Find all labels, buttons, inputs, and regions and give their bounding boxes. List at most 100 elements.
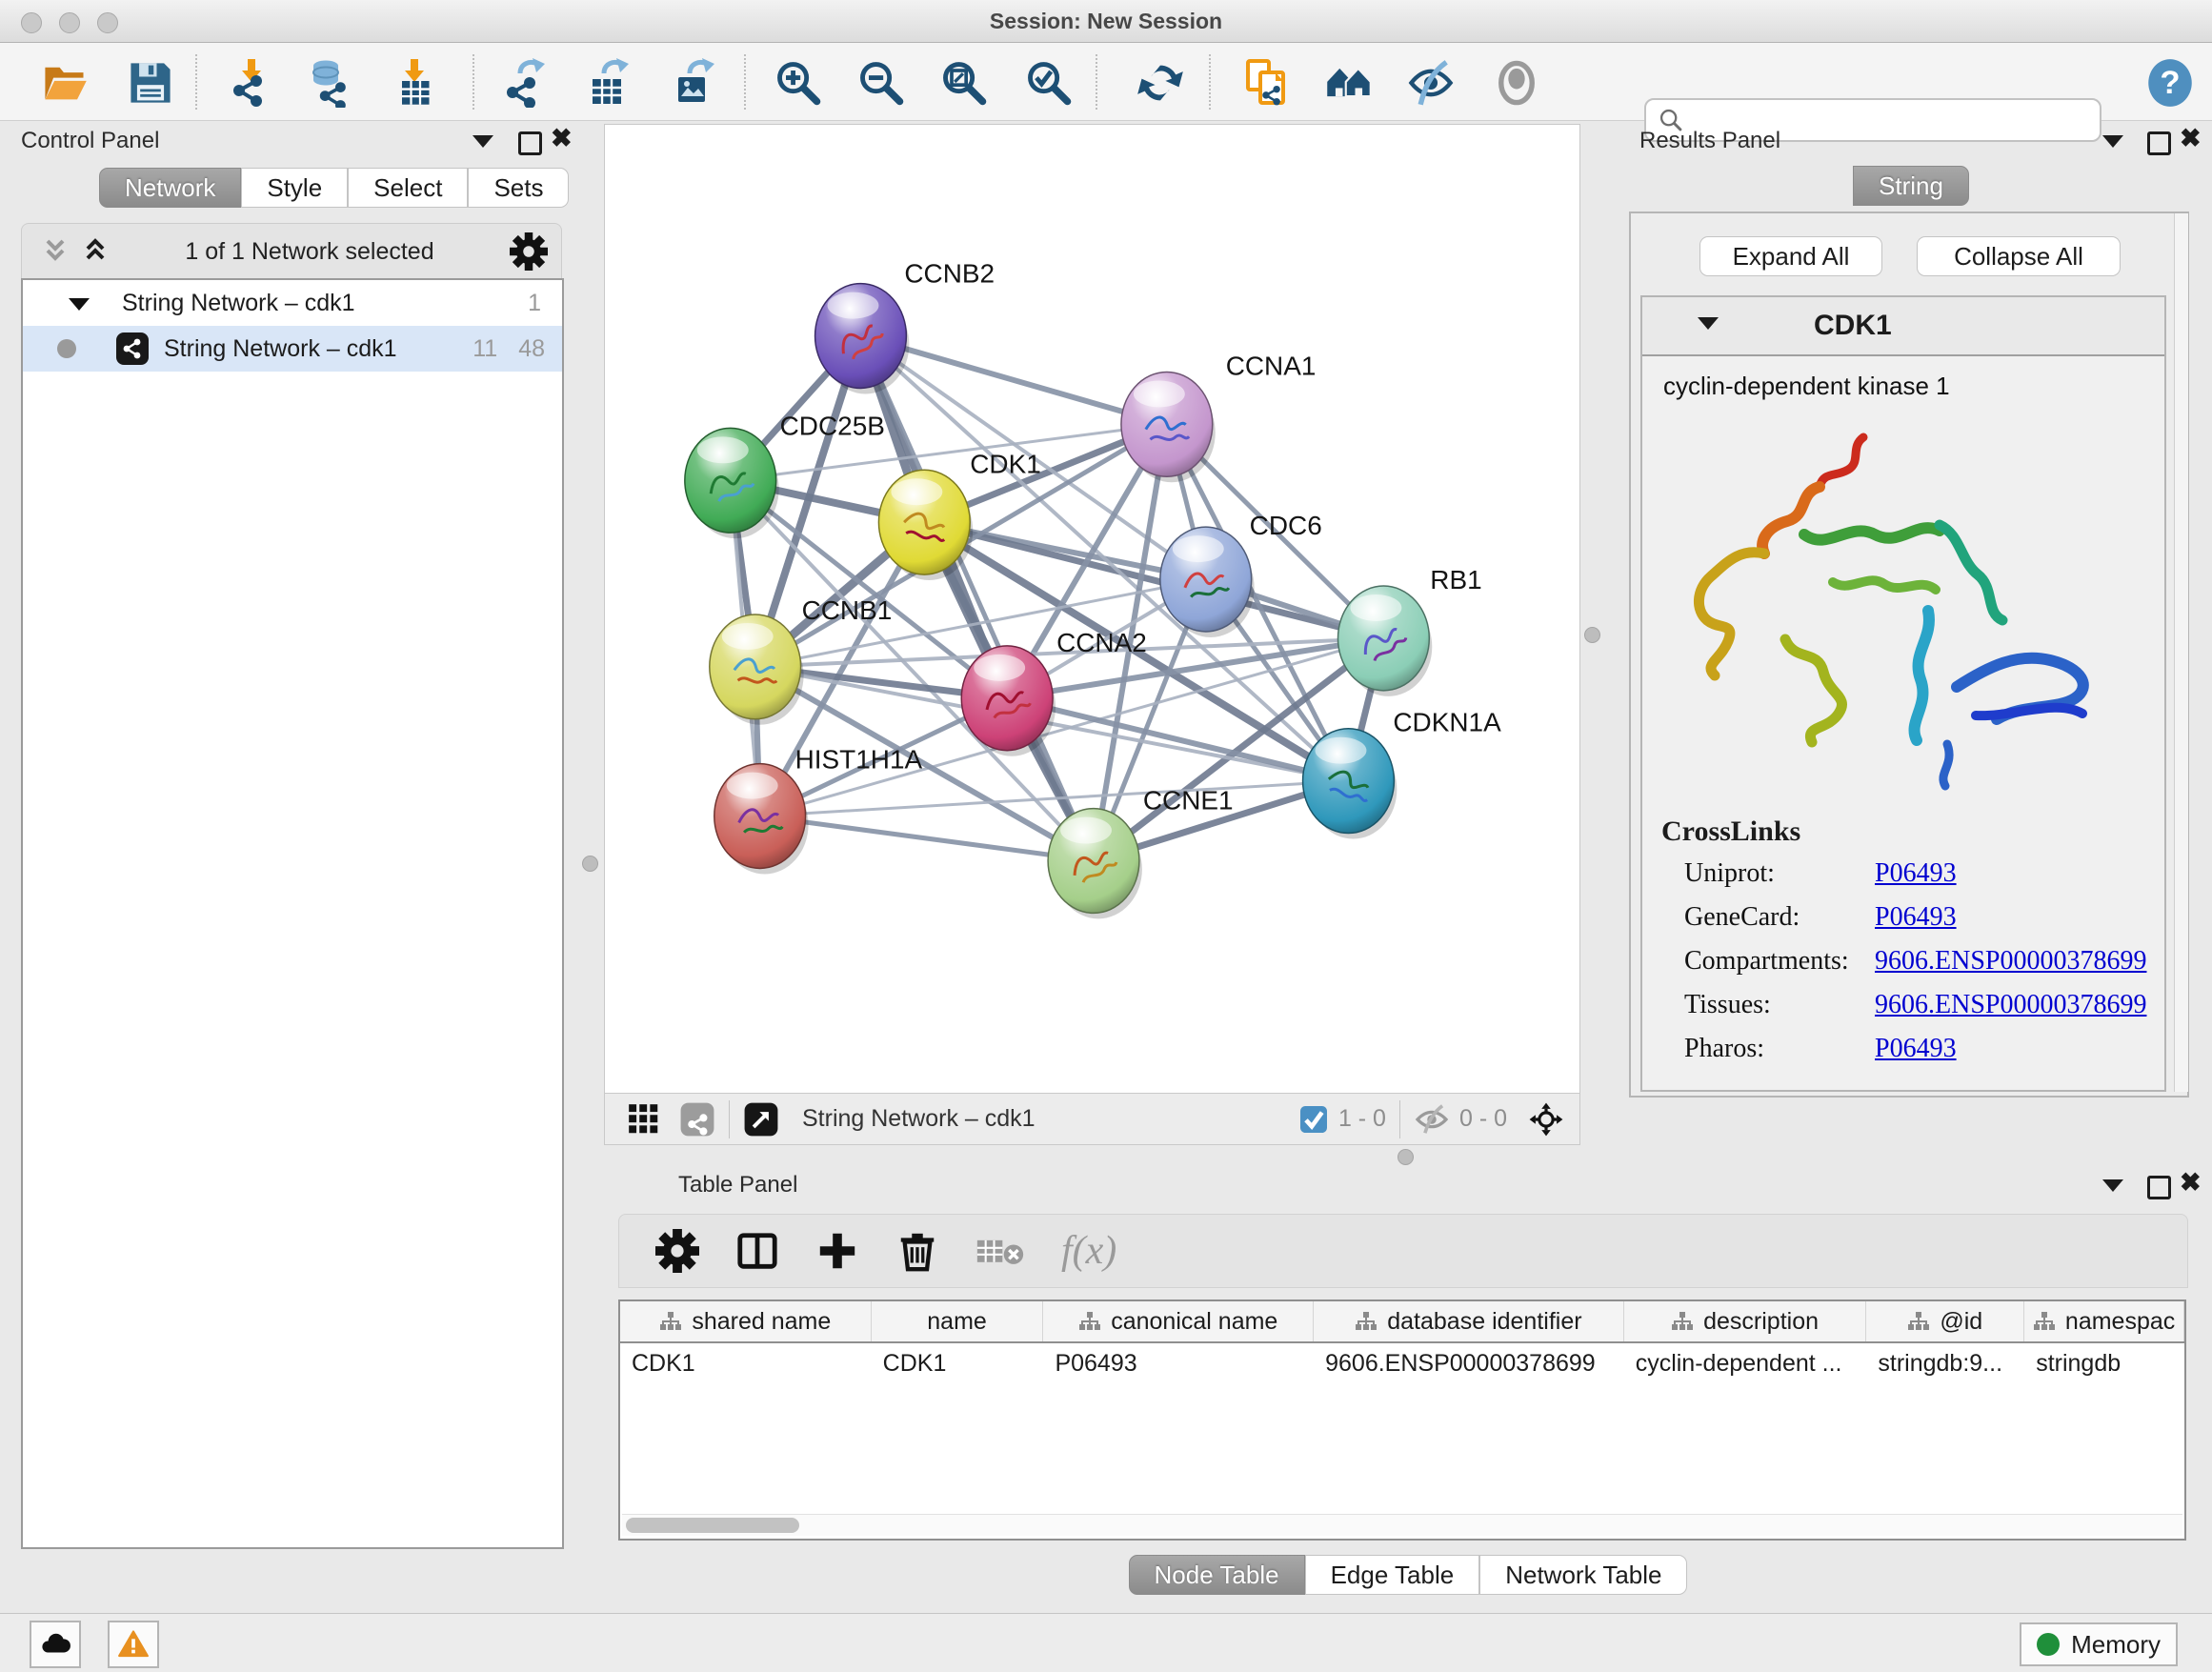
node-CDKN1A[interactable]: CDKN1A [1303, 708, 1502, 839]
show-eye-icon[interactable] [1492, 58, 1541, 108]
control-panel-float-icon[interactable] [518, 131, 542, 160]
grid-view-icon[interactable] [626, 1101, 662, 1138]
node-description: cyclin-dependent kinase 1 [1642, 356, 2164, 401]
bottom-splitter-handle[interactable] [1398, 1149, 1414, 1165]
table-panel-menu-icon[interactable] [2102, 1179, 2123, 1197]
network-graph[interactable]: CCNB2 CCNA1 CDC25B CDK1 CDC6 RB1 [605, 125, 1579, 1093]
tree-expander-icon[interactable] [69, 290, 90, 317]
cell--id[interactable]: stringdb:9... [1866, 1343, 2024, 1383]
cell-database-identifier[interactable]: 9606.ENSP00000378699 [1314, 1343, 1624, 1383]
function-builder-icon[interactable]: f(x) [1061, 1228, 1116, 1274]
tab-network-table[interactable]: Network Table [1479, 1555, 1687, 1595]
control-panel-menu-icon[interactable] [473, 135, 493, 152]
table-panel-float-icon[interactable] [2147, 1176, 2171, 1204]
network-collection-label: String Network – cdk1 [122, 290, 355, 317]
export-image-icon[interactable] [669, 58, 718, 108]
memory-status-dot [2037, 1633, 2060, 1656]
cloud-status-button[interactable] [30, 1621, 81, 1668]
expand-all-networks-icon[interactable] [81, 235, 110, 269]
import-network-file-icon[interactable] [226, 58, 275, 108]
save-session-icon[interactable] [126, 58, 175, 108]
zoom-selected-icon[interactable] [1024, 58, 1074, 108]
network-row[interactable]: String Network – cdk1 11 48 [23, 326, 562, 372]
tab-string[interactable]: String [1853, 166, 1969, 206]
node-card-title: CDK1 [1814, 310, 1892, 342]
cell-canonical-name[interactable]: P06493 [1043, 1343, 1314, 1383]
memory-label: Memory [2071, 1630, 2161, 1660]
tab-network[interactable]: Network [99, 168, 241, 208]
table-panel-close-icon[interactable]: ✖ [2180, 1174, 2202, 1196]
tab-select[interactable]: Select [348, 168, 468, 208]
export-table-icon[interactable] [583, 58, 633, 108]
column-header-namespac[interactable]: namespac [2024, 1301, 2184, 1341]
right-splitter-handle[interactable] [1584, 627, 1600, 643]
refresh-layout-icon[interactable] [1136, 58, 1185, 108]
export-view-icon[interactable] [743, 1101, 779, 1138]
crosslink-link[interactable]: P06493 [1875, 858, 1957, 889]
table-row[interactable]: CDK1CDK1P064939606.ENSP00000378699cyclin… [620, 1343, 2184, 1383]
crosslink-link[interactable]: P06493 [1875, 1034, 1957, 1064]
results-panel-float-icon[interactable] [2147, 131, 2171, 160]
network-collection-row[interactable]: String Network – cdk1 1 [23, 280, 562, 326]
results-panel: Results Panel ✖ String Expand All Collap… [1625, 124, 2212, 1164]
network-options-gear-icon[interactable] [510, 232, 548, 271]
show-all-networks-icon[interactable] [1324, 58, 1374, 108]
cell-namespac[interactable]: stringdb [2024, 1343, 2184, 1383]
hide-selected-eye-icon[interactable] [1406, 58, 1456, 108]
delete-table-icon[interactable] [975, 1229, 1025, 1273]
copy-style-icon[interactable] [1242, 58, 1292, 108]
zoom-out-icon[interactable] [856, 58, 906, 108]
results-panel-close-icon[interactable]: ✖ [2180, 130, 2202, 151]
card-collapse-icon[interactable] [1698, 317, 1719, 334]
node-label: CCNA1 [1226, 351, 1317, 380]
cell-name[interactable]: CDK1 [872, 1343, 1044, 1383]
node-CCNE1[interactable]: CCNE1 [1048, 786, 1234, 919]
zoom-in-icon[interactable] [774, 58, 823, 108]
selected-checkbox-icon[interactable] [1298, 1104, 1329, 1135]
delete-column-icon[interactable] [895, 1229, 939, 1273]
column-header-name[interactable]: name [872, 1301, 1044, 1341]
cell-description[interactable]: cyclin-dependent ... [1624, 1343, 1867, 1383]
table-settings-gear-icon[interactable] [655, 1229, 699, 1273]
cloud-icon [39, 1628, 71, 1661]
node-CCNA1[interactable]: CCNA1 [1121, 351, 1316, 482]
table-horizontal-scrollbar[interactable] [622, 1514, 2182, 1536]
column-header-shared-name[interactable]: shared name [620, 1301, 872, 1341]
expand-all-button[interactable]: Expand All [1699, 236, 1882, 276]
import-table-file-icon[interactable] [389, 58, 438, 108]
crosslink-link[interactable]: 9606.ENSP00000378699 [1875, 990, 2146, 1020]
collapse-all-button[interactable]: Collapse All [1917, 236, 2121, 276]
network-canvas[interactable]: CCNB2 CCNA1 CDC25B CDK1 CDC6 RB1 [604, 124, 1580, 1094]
tab-sets[interactable]: Sets [468, 168, 569, 208]
collapse-all-networks-icon[interactable] [41, 235, 70, 269]
scrollbar-thumb[interactable] [626, 1518, 799, 1533]
open-session-icon[interactable] [40, 58, 90, 108]
crosslink-link[interactable]: P06493 [1875, 902, 1957, 933]
help-icon[interactable]: ? [2145, 58, 2195, 108]
column-header-database-identifier[interactable]: database identifier [1314, 1301, 1624, 1341]
column-header-canonical-name[interactable]: canonical name [1043, 1301, 1314, 1341]
node-RB1[interactable]: RB1 [1337, 565, 1481, 696]
fit-content-crosshair-icon[interactable] [1528, 1101, 1564, 1138]
tab-node-table[interactable]: Node Table [1129, 1555, 1305, 1595]
network-birdseye-icon[interactable] [679, 1101, 715, 1138]
column-header--id[interactable]: @id [1866, 1301, 2024, 1341]
results-scrollbar[interactable] [2174, 213, 2188, 1092]
import-network-database-icon[interactable] [303, 58, 352, 108]
show-columns-icon[interactable] [735, 1229, 779, 1273]
memory-button[interactable]: Memory [2020, 1622, 2178, 1666]
zoom-fit-icon[interactable] [939, 58, 989, 108]
control-panel-close-icon[interactable]: ✖ [551, 130, 573, 151]
add-column-icon[interactable] [815, 1229, 859, 1273]
cell-shared-name[interactable]: CDK1 [620, 1343, 872, 1383]
export-network-icon[interactable] [499, 58, 549, 108]
results-panel-menu-icon[interactable] [2102, 135, 2123, 152]
hidden-eye-icon[interactable] [1414, 1101, 1450, 1138]
column-header-description[interactable]: description [1624, 1301, 1867, 1341]
tab-style[interactable]: Style [241, 168, 348, 208]
warnings-button[interactable] [108, 1621, 159, 1668]
node-card-header[interactable]: CDK1 [1642, 297, 2164, 356]
left-splitter-handle[interactable] [582, 856, 598, 872]
crosslink-link[interactable]: 9606.ENSP00000378699 [1875, 946, 2146, 977]
tab-edge-table[interactable]: Edge Table [1305, 1555, 1480, 1595]
